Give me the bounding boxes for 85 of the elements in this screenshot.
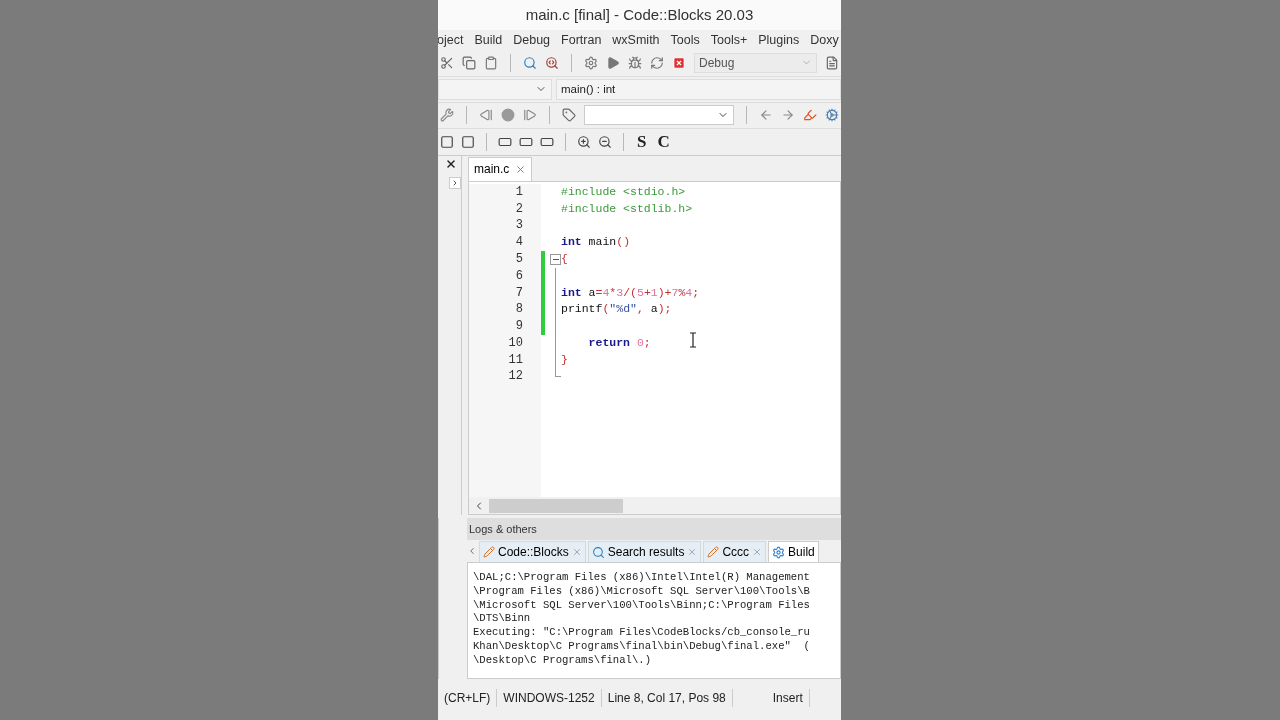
code-line: #include <stdlib.h> xyxy=(561,200,693,217)
window-icon[interactable] xyxy=(440,134,454,149)
code-line: return 0; xyxy=(587,334,651,351)
zoom-out-icon[interactable] xyxy=(598,134,612,149)
dot-icon[interactable] xyxy=(500,108,515,123)
editor-tab[interactable]: main.c xyxy=(468,156,533,181)
line-number: 12 xyxy=(508,368,523,386)
tag-icon[interactable] xyxy=(561,108,576,123)
cut-icon[interactable] xyxy=(440,55,454,70)
scroll-left-icon[interactable] xyxy=(467,546,477,557)
scroll-arrow-button[interactable] xyxy=(449,176,461,189)
log-tab[interactable]: Code::Blocks xyxy=(479,541,586,563)
abort-icon[interactable] xyxy=(672,55,686,70)
paste-icon[interactable] xyxy=(484,55,498,70)
menu-item[interactable]: Plugins xyxy=(758,30,800,50)
close-icon[interactable] xyxy=(445,157,457,170)
line-number: 8 xyxy=(515,301,523,319)
log-tab[interactable]: Cccc xyxy=(703,541,767,563)
code-line: #include <stdio.h> xyxy=(561,183,686,200)
log-line: Khan\Desktop\C Programs\final\bin\Debug\final.exe" ( xyxy=(473,640,811,654)
menu-item[interactable]: Fortran xyxy=(561,30,602,50)
wrench-icon[interactable] xyxy=(440,108,454,123)
status-field: Line 8, Col 17, Pos 98 xyxy=(601,689,733,707)
log-tab[interactable]: Search results xyxy=(587,541,702,563)
arrow-right-icon xyxy=(451,178,459,187)
build-target-dropdown[interactable]: Debug xyxy=(694,52,817,73)
code-line: { xyxy=(561,250,568,267)
window-icon[interactable] xyxy=(461,134,475,149)
menu-item[interactable]: Build xyxy=(474,30,503,50)
run-icon[interactable] xyxy=(606,55,620,70)
copy-icon[interactable] xyxy=(462,55,476,70)
line-number: 11 xyxy=(508,351,523,369)
code-line: printf("%d", a); xyxy=(561,301,672,318)
panel-title: Logs & others xyxy=(469,521,537,537)
cog-icon[interactable] xyxy=(825,108,839,123)
line-number: 3 xyxy=(515,217,523,235)
menu-item[interactable]: Tools+ xyxy=(710,30,748,50)
code-line: } xyxy=(561,351,568,368)
line-number: 5 xyxy=(515,250,523,268)
line-number: 7 xyxy=(515,284,523,302)
build-icon[interactable] xyxy=(584,55,598,70)
code-line: int main() xyxy=(561,234,631,251)
bug-icon[interactable] xyxy=(628,55,642,70)
function-dropdown[interactable]: main() : int xyxy=(556,78,841,100)
menu-item[interactable]: Tools xyxy=(670,30,700,50)
log-line: \Program Files (x86)\Microsoft SQL Server\100\Tools\B xyxy=(473,584,811,599)
gear-icon xyxy=(772,545,786,559)
pencil-icon xyxy=(483,546,495,559)
status-field: Insert xyxy=(766,689,810,707)
step-forward-icon[interactable] xyxy=(522,108,537,123)
text-cursor-icon xyxy=(689,331,697,348)
status-field: WINDOWS-1252 xyxy=(497,689,602,707)
line-number: 6 xyxy=(515,267,523,285)
line-number: 4 xyxy=(515,234,523,251)
step-back-icon[interactable] xyxy=(478,108,493,123)
highlighter-icon[interactable] xyxy=(803,108,817,123)
log-line: Executing: "C:\Program Files\CodeBlocks/cb_console_ru xyxy=(473,626,811,641)
menu-item[interactable]: wxSmith xyxy=(612,30,660,50)
log-line: \Desktop\C Programs\final\.) xyxy=(473,653,652,668)
window-title: main.c [final] - Code::Blocks 20.03 xyxy=(525,4,754,25)
toolbar-button[interactable]: C xyxy=(655,129,672,155)
toolbar-button[interactable]: S xyxy=(635,129,649,155)
log-line: \DTS\Binn xyxy=(473,612,532,627)
search-icon xyxy=(591,545,605,559)
status-field: (CR+LF) xyxy=(438,689,498,707)
replace-icon[interactable] xyxy=(545,55,559,70)
pencil-icon xyxy=(707,546,720,559)
line-number: 9 xyxy=(515,318,523,335)
search-field[interactable] xyxy=(583,105,735,126)
line-number: 2 xyxy=(515,200,523,218)
rebuild-icon[interactable] xyxy=(650,55,664,70)
log-line: \DAL;C:\Program Files (x86)\Intel\Intel(R) Management xyxy=(473,571,811,585)
zoom-in-icon[interactable] xyxy=(577,134,591,149)
log-tab[interactable]: Build xyxy=(768,541,819,563)
log-line: \Microsoft SQL Server\100\Tools\Binn;C:\Program Files xyxy=(473,598,811,613)
search-icon[interactable] xyxy=(523,55,537,70)
scrollbar-thumb[interactable] xyxy=(489,498,623,513)
fold-toggle[interactable] xyxy=(550,253,561,265)
menu-item[interactable]: Debug xyxy=(513,30,551,50)
menu-item[interactable]: Doxy xyxy=(810,30,839,50)
line-number: 1 xyxy=(515,183,523,201)
document-icon[interactable] xyxy=(825,55,839,70)
code-line: int a=4*3/(5+1)+7%4; xyxy=(561,284,700,301)
menu-item[interactable]: oject xyxy=(438,30,464,50)
line-number: 10 xyxy=(508,334,523,352)
